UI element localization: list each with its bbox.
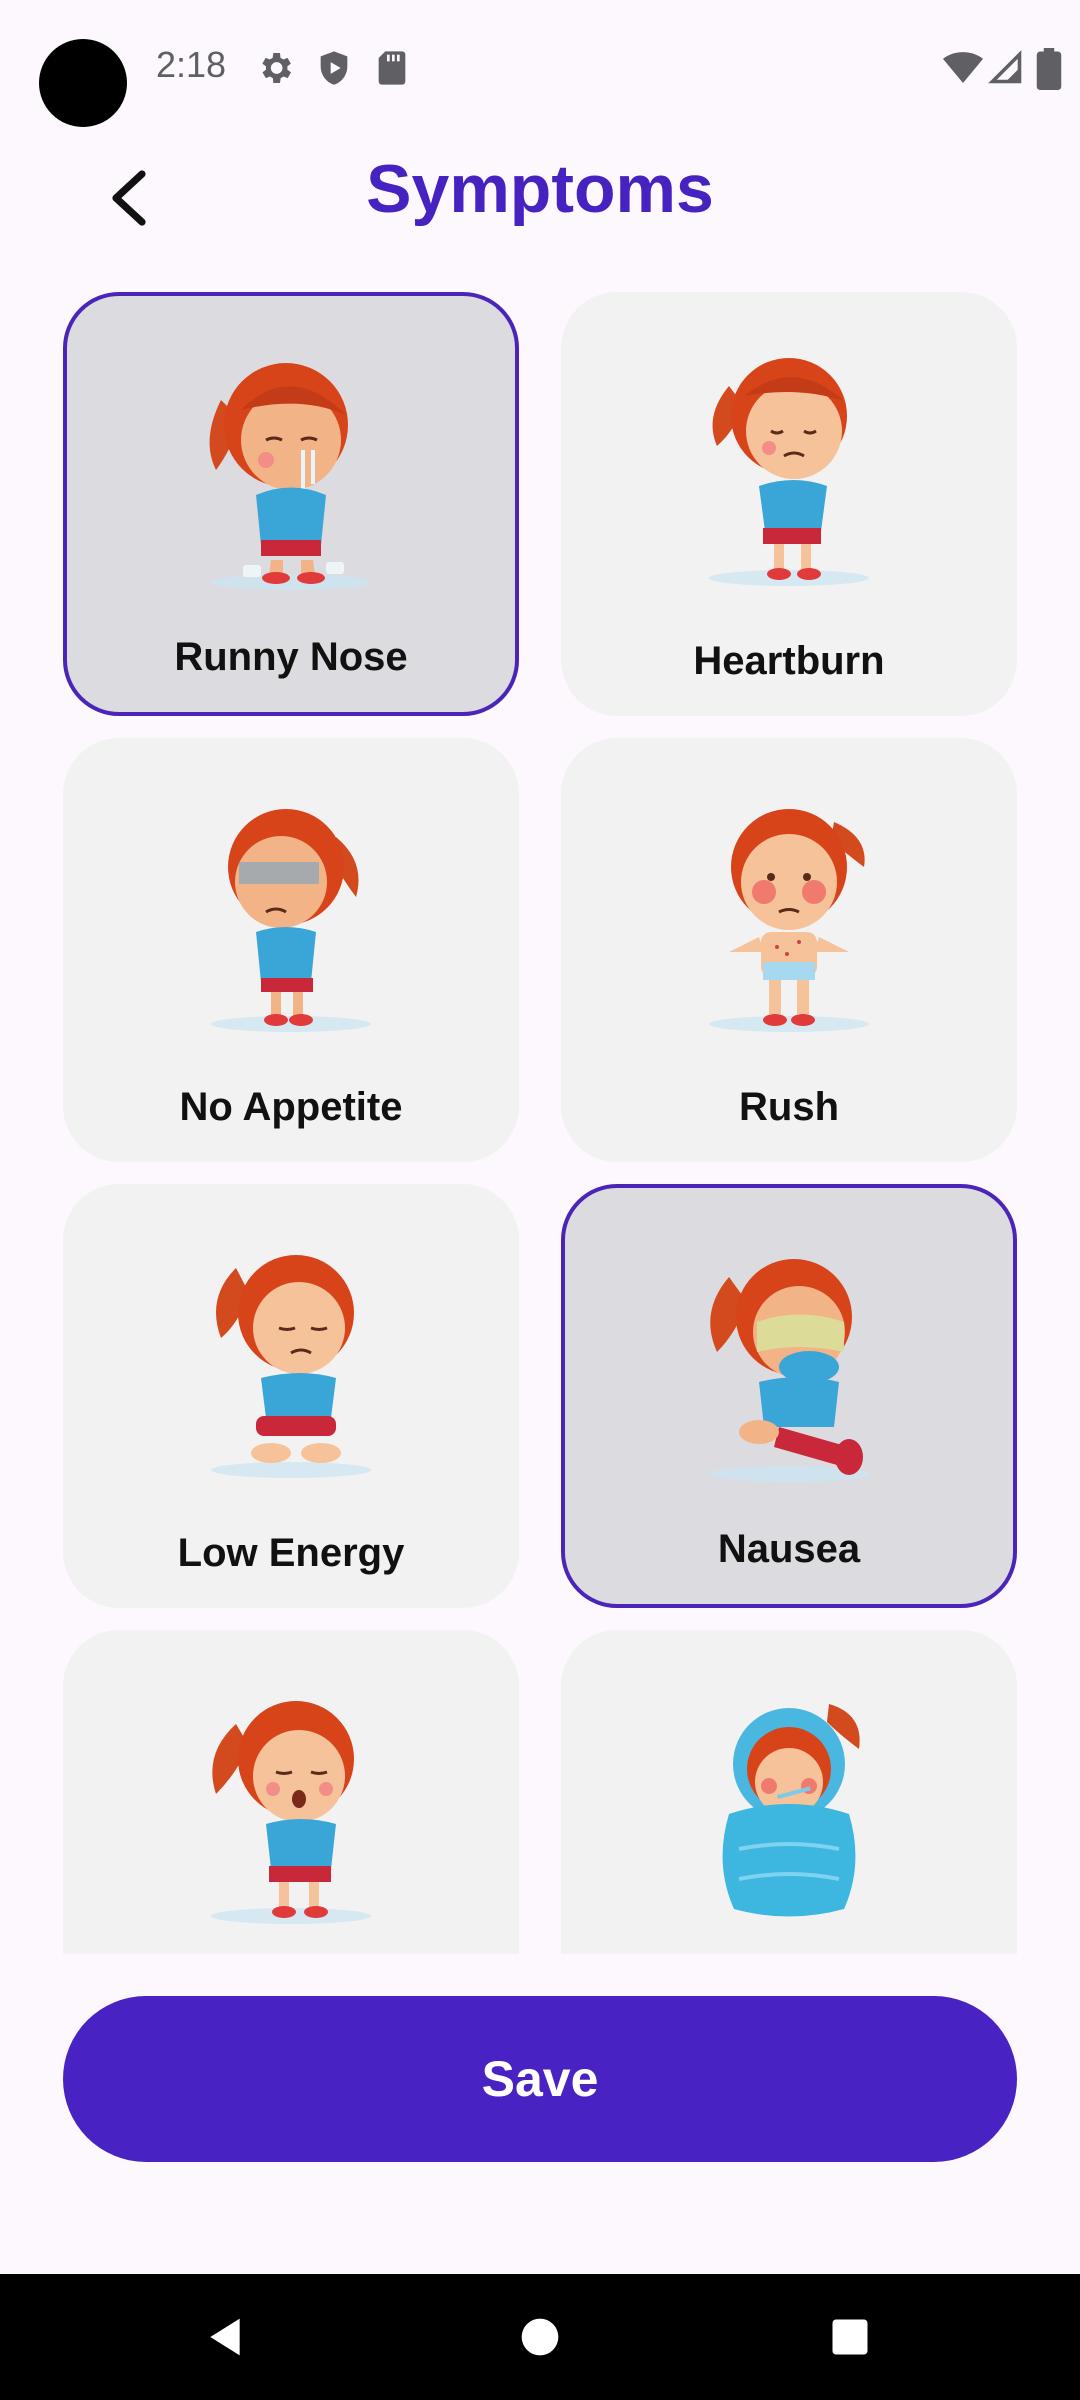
symptom-card-nausea[interactable]: Nausea xyxy=(561,1184,1017,1608)
girl-low-energy-illustration xyxy=(211,1255,371,1478)
wifi-icon xyxy=(943,52,983,83)
girl-fever-blanket-illustration xyxy=(722,1704,860,1917)
symptom-card-rush[interactable]: Rush xyxy=(561,738,1017,1162)
sd-card-icon xyxy=(378,51,406,85)
recents-square-icon xyxy=(832,2319,868,2355)
girl-no-appetite-illustration xyxy=(211,809,371,1032)
symptom-label: Heartburn xyxy=(693,639,885,683)
symptom-card-no-appetite[interactable]: No Appetite xyxy=(63,738,519,1162)
system-nav-bar xyxy=(0,2274,1080,2400)
symptom-card-runny-nose[interactable]: Runny Nose xyxy=(63,292,519,716)
status-time: 2:18 xyxy=(156,44,227,85)
page-title: Symptoms xyxy=(366,151,714,227)
signal-icon xyxy=(988,50,1022,84)
status-bar: 2:18 xyxy=(0,0,1080,140)
girl-cough-illustration xyxy=(211,1701,371,1924)
nav-back-button[interactable] xyxy=(190,2302,260,2372)
girl-runny-nose-illustration xyxy=(209,363,371,590)
symptom-card-fever[interactable] xyxy=(561,1630,1017,1954)
girl-heartburn-illustration xyxy=(709,358,869,586)
symptom-label: Nausea xyxy=(717,1527,861,1571)
nav-home-button[interactable] xyxy=(505,2302,575,2372)
girl-nausea-illustration xyxy=(709,1259,869,1482)
save-button[interactable]: Save xyxy=(63,1996,1017,2162)
shield-play-icon xyxy=(320,51,348,85)
symptom-card-heartburn[interactable]: Heartburn xyxy=(561,292,1017,716)
symptom-card-low-energy[interactable]: Low Energy xyxy=(63,1184,519,1608)
battery-icon xyxy=(1036,48,1062,90)
symptom-label: No Appetite xyxy=(179,1085,403,1129)
symptom-grid[interactable]: Runny Nose Heartburn No Appetite Rush Lo… xyxy=(0,290,1080,1954)
back-triangle-icon xyxy=(210,2318,240,2356)
girl-rash-illustration xyxy=(709,809,869,1032)
home-circle-icon xyxy=(521,2318,559,2356)
symptom-card-cough[interactable] xyxy=(63,1630,519,1954)
symptom-label: Rush xyxy=(739,1085,839,1129)
symptom-label: Low Energy xyxy=(177,1531,405,1575)
nav-recents-button[interactable] xyxy=(815,2302,885,2372)
camera-cutout xyxy=(39,39,127,127)
gear-icon xyxy=(262,53,291,83)
symptom-label: Runny Nose xyxy=(174,635,408,679)
app-header: Symptoms xyxy=(0,140,1080,290)
